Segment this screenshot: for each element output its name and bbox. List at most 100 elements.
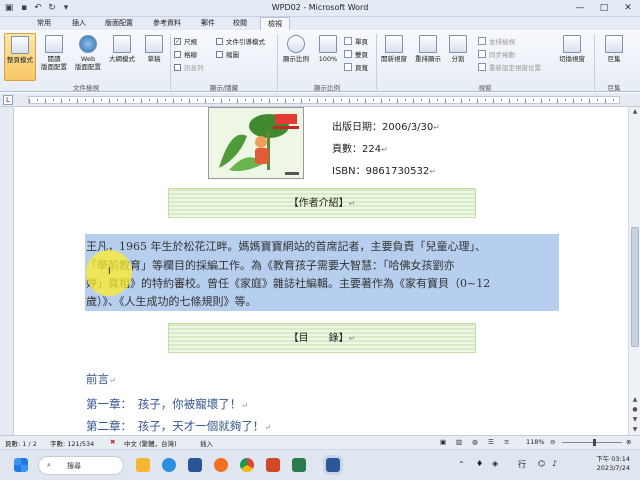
zoom-slider[interactable] (562, 442, 622, 443)
ime-indicator[interactable]: 行 (518, 459, 526, 470)
toc-item[interactable]: 前言↵ (86, 371, 116, 387)
reading-view-icon[interactable]: ▥ (456, 438, 462, 446)
prev-page-icon[interactable]: ▲ (629, 395, 640, 405)
toc-item[interactable]: 第二章： 孩子，天才一個就夠了！↵ (86, 418, 271, 434)
author-header-text: 【作者介紹】 (288, 198, 349, 209)
powerpoint-icon[interactable] (266, 458, 280, 472)
view-side-by-side-button[interactable]: 並排檢視 (478, 36, 515, 46)
globe-icon (79, 35, 97, 53)
tab-references[interactable]: 參考資料 (148, 17, 186, 30)
tab-mailings[interactable]: 郵件 (196, 17, 220, 30)
author-bio-line[interactable]: 「學前教育」等欄目的採編工作。為《教育孩子需要大智慧：「哈佛女孩劉亦 (86, 257, 455, 273)
network-icon[interactable]: ⌬ (538, 459, 545, 468)
next-page-icon[interactable]: ▼ (629, 415, 640, 425)
scrollbar-thumb[interactable] (631, 227, 639, 347)
ruler-tick (301, 99, 302, 103)
tray-clock[interactable]: 下午 03:14 2023/7/24 (596, 455, 630, 473)
tray-app-icon[interactable]: ◈ (492, 459, 498, 468)
zoom-out-icon[interactable]: ⊖ (550, 438, 555, 446)
outline-view-icon[interactable]: ☰ (488, 438, 494, 446)
proofing-icon[interactable]: ✖ (110, 438, 115, 446)
switch-windows-button[interactable]: 切換視窗 (556, 33, 588, 81)
tab-review[interactable]: 校閱 (228, 17, 252, 30)
paragraph-mark: ↵ (348, 334, 356, 343)
ruler-tick (373, 99, 374, 101)
horizontal-ruler[interactable]: L (0, 93, 640, 107)
word-taskbar-icon[interactable] (326, 458, 340, 472)
app-widget-icon[interactable] (136, 458, 150, 472)
split-button[interactable]: 分割 (442, 33, 474, 81)
tray-overflow-icon[interactable]: ⌃ (458, 460, 465, 469)
one-page-button[interactable]: 單頁 (344, 36, 368, 46)
outline-button[interactable]: 大綱模式 (106, 33, 138, 81)
firefox-icon[interactable] (214, 458, 228, 472)
edge-browser-icon[interactable] (162, 458, 176, 472)
gridlines-checkbox[interactable]: 格線 (174, 49, 197, 59)
start-windows-icon[interactable] (14, 458, 28, 472)
page-width-button[interactable]: 頁寬 (344, 62, 368, 72)
author-bio-line[interactable]: 婷」真相》的特約審校。曾任《家庭》雜誌社編輯。主要著作為《家有寶貝（0~12 (86, 275, 490, 291)
scroll-up-icon[interactable]: ▲ (629, 107, 640, 117)
zoom-slider-thumb[interactable] (593, 439, 596, 446)
ruler-tick (389, 99, 390, 101)
vertical-ruler[interactable] (0, 107, 14, 435)
ruler-tick (173, 99, 174, 103)
toc-item[interactable]: 第一章： 孩子，你被寵壞了！↵ (86, 396, 248, 412)
web-layout-button[interactable]: Web 版面配置 (72, 33, 104, 81)
ruler-tick (509, 99, 510, 103)
tab-insert[interactable]: 插入 (66, 17, 92, 30)
tab-home[interactable]: 常用 (30, 17, 58, 30)
sync-scroll-icon (478, 50, 486, 58)
thumbnails-checkbox[interactable]: 縮圖 (216, 49, 239, 59)
group-separator (594, 34, 595, 90)
insert-mode[interactable]: 插入 (200, 438, 213, 448)
tab-selector-icon[interactable]: L (3, 95, 13, 105)
minimize-button[interactable]: — (568, 0, 592, 16)
document-map-checkbox[interactable]: 文件引導模式 (216, 36, 265, 46)
zoom-100-button[interactable]: 100% (312, 33, 344, 81)
message-bar-checkbox[interactable]: 訊息列 (174, 62, 204, 72)
document-area[interactable]: 出版日期：2006/3/30↵ 頁數：224↵ ISBN：9861730532↵… (14, 107, 628, 435)
ruler-tick (37, 99, 38, 101)
doc-views-group-label: 文件檢視 (73, 84, 99, 92)
photos-icon[interactable] (292, 458, 306, 472)
tab-view[interactable]: 檢視 (260, 17, 290, 31)
volume-icon[interactable]: ♪ (552, 459, 557, 468)
maximize-button[interactable]: □ (592, 0, 616, 16)
ruler-checkbox[interactable]: ✓ 尺規 (174, 36, 197, 46)
zoom-button[interactable]: 顯示比例 (280, 33, 312, 81)
draft-view-icon[interactable]: ≡ (504, 438, 509, 446)
store-icon[interactable] (188, 458, 202, 472)
author-section-header: 【作者介紹】↵ (168, 188, 476, 218)
author-bio-line[interactable]: 王凡，1965 年生於松花江畔。媽媽寶寶網站的首席記者，主要負責「兒童心理」、 (86, 238, 486, 254)
arrange-all-button[interactable]: 重排顯示 (412, 33, 444, 81)
vertical-scrollbar[interactable]: ▲ ▲ ● ▼ ▼ (628, 107, 640, 435)
zoom-level[interactable]: 118% (526, 438, 545, 446)
reset-window-position-button[interactable]: 重新設定視窗位置 (478, 62, 541, 72)
ruler-track[interactable] (28, 96, 620, 104)
draft-button[interactable]: 草稿 (138, 33, 170, 81)
full-screen-reading-button[interactable]: 閱讀 版面配置 (38, 33, 70, 81)
taskbar-search[interactable]: ⌕ 搜尋 (38, 456, 124, 475)
select-browse-object-icon[interactable]: ● (629, 405, 640, 415)
toc-section-header: 【目 錄】↵ (168, 323, 476, 353)
clock-date: 2023/7/24 (596, 464, 630, 472)
tab-page-layout[interactable]: 版面配置 (100, 17, 138, 30)
chrome-icon[interactable] (240, 458, 254, 472)
print-layout-view-icon[interactable]: ▣ (440, 438, 446, 446)
scroll-down-icon[interactable]: ▼ (629, 425, 640, 435)
print-layout-button[interactable]: 整頁模式 (4, 33, 36, 81)
web-view-icon[interactable]: ◍ (472, 438, 478, 446)
microphone-icon[interactable]: ♦ (476, 459, 483, 468)
ruler-tick (413, 99, 414, 103)
new-window-button[interactable]: 開新視窗 (378, 33, 410, 81)
zoom-in-icon[interactable]: ⊕ (626, 438, 631, 446)
two-pages-button[interactable]: 雙頁 (344, 49, 368, 59)
sync-scroll-button[interactable]: 同步捲動 (478, 49, 515, 59)
close-button[interactable]: ✕ (616, 0, 640, 16)
word-count[interactable]: 字數: 121/534 (50, 438, 94, 448)
ruler-tick (549, 99, 550, 101)
page-indicator[interactable]: 頁數: 1 / 2 (5, 438, 37, 448)
language-indicator[interactable]: 中文 (繁體，台灣) (124, 438, 177, 448)
macros-button[interactable]: 巨集 (598, 33, 630, 81)
